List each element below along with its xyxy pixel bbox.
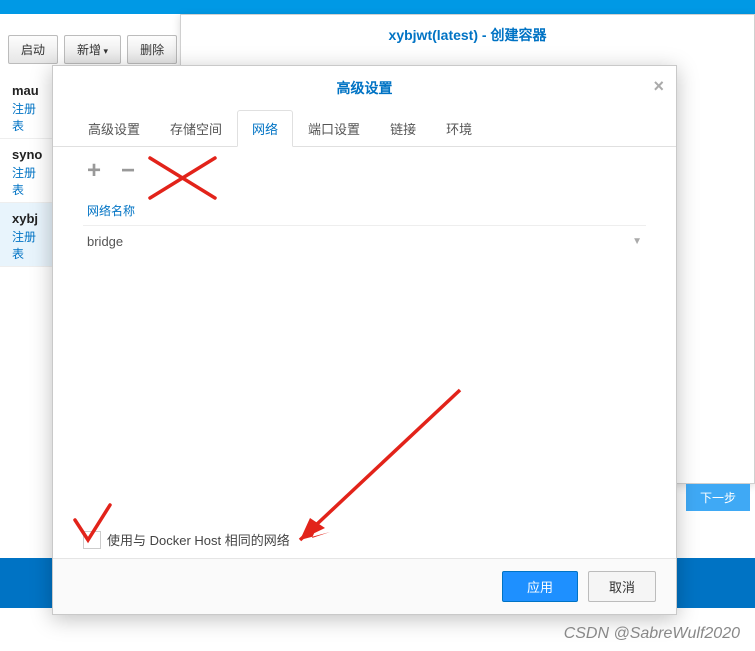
dialog-title: 高级设置	[337, 80, 393, 96]
minus-icon[interactable]: −	[117, 162, 139, 184]
network-name: bridge	[87, 234, 123, 249]
tab-content: + − 网络名称 bridge ▼	[53, 147, 676, 272]
main-toolbar: 启动 新增 删除	[8, 35, 177, 64]
dialog-footer: 应用 取消	[53, 558, 676, 614]
chevron-down-icon[interactable]: ▼	[632, 236, 642, 247]
item-sub: 注册表	[12, 228, 40, 262]
app-top-bar	[0, 0, 755, 14]
plus-icon[interactable]: +	[83, 162, 105, 184]
tab-advanced[interactable]: 高级设置	[73, 110, 155, 147]
dialog-header: 高级设置 ×	[53, 66, 676, 110]
checkbox[interactable]	[83, 531, 101, 549]
item-sub: 注册表	[12, 100, 40, 134]
cancel-button[interactable]: 取消	[588, 571, 656, 602]
item-sub: 注册表	[12, 164, 40, 198]
close-icon[interactable]: ×	[653, 76, 664, 97]
tab-links[interactable]: 链接	[375, 110, 431, 147]
advanced-settings-dialog: 高级设置 × 高级设置 存储空间 网络 端口设置 链接 环境 + − 网络名称 …	[52, 65, 677, 615]
list-item[interactable]: xybj 注册表	[0, 203, 52, 267]
column-header-network: 网络名称	[83, 196, 646, 226]
item-title: xybj	[12, 211, 40, 226]
tab-network[interactable]: 网络	[237, 110, 293, 147]
host-network-option[interactable]: 使用与 Docker Host 相同的网络	[83, 530, 290, 549]
watermark: CSDN @SabreWulf2020	[564, 625, 740, 643]
apply-button[interactable]: 应用	[502, 571, 578, 602]
network-row[interactable]: bridge ▼	[83, 226, 646, 257]
start-button[interactable]: 启动	[8, 35, 58, 64]
add-remove-bar: + −	[83, 162, 646, 184]
item-title: syno	[12, 147, 40, 162]
tab-storage[interactable]: 存储空间	[155, 110, 237, 147]
image-list: mau 注册表 syno 注册表 xybj 注册表	[0, 75, 52, 267]
tab-ports[interactable]: 端口设置	[293, 110, 375, 147]
next-step-button[interactable]: 下一步	[686, 484, 750, 511]
delete-button[interactable]: 删除	[127, 35, 177, 64]
add-button[interactable]: 新增	[64, 35, 121, 64]
list-item[interactable]: mau 注册表	[0, 75, 52, 139]
item-title: mau	[12, 83, 40, 98]
list-item[interactable]: syno 注册表	[0, 139, 52, 203]
checkbox-label: 使用与 Docker Host 相同的网络	[107, 530, 290, 549]
dialog-title: xybjwt(latest) - 创建容器	[181, 15, 754, 55]
tab-bar: 高级设置 存储空间 网络 端口设置 链接 环境	[53, 110, 676, 147]
tab-env[interactable]: 环境	[431, 110, 487, 147]
